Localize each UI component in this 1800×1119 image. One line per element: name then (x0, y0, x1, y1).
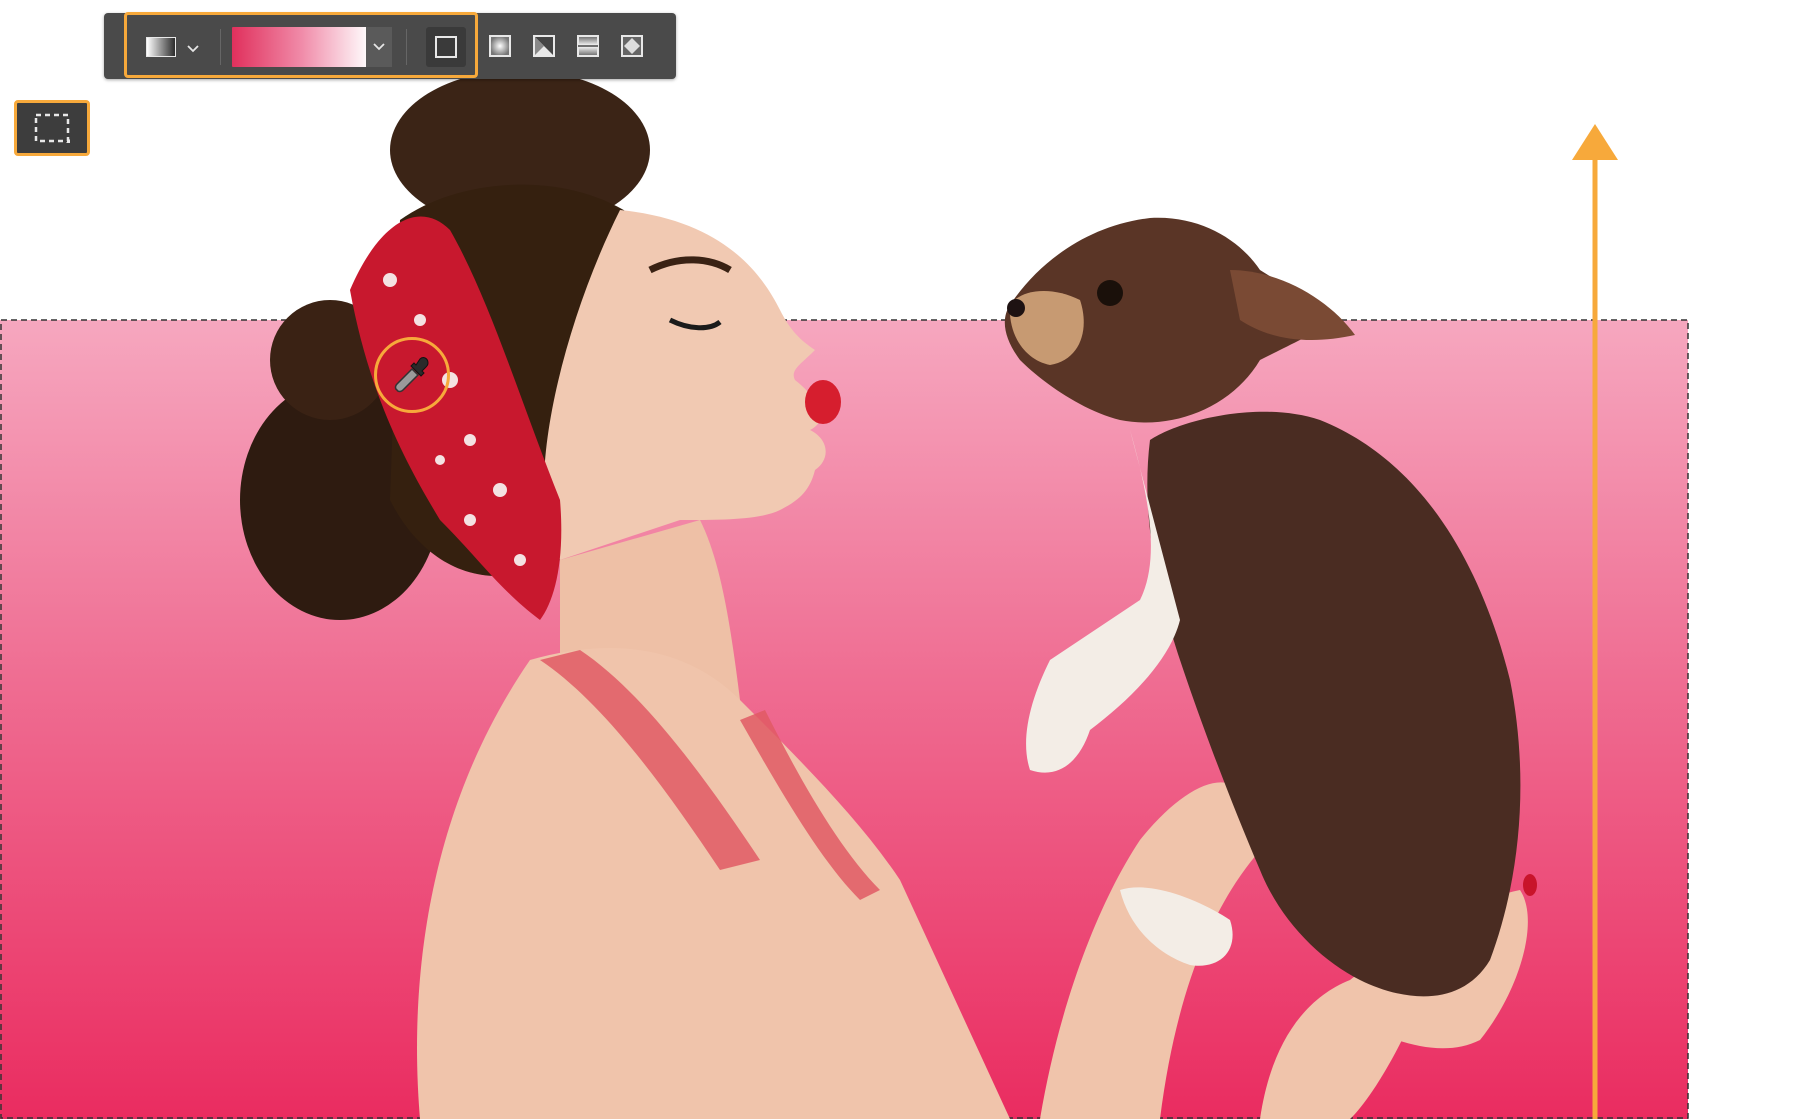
dog-eye (1097, 280, 1123, 306)
diamond-gradient-button[interactable] (618, 32, 646, 60)
radial-gradient-button[interactable] (486, 32, 514, 60)
dog-nose (1007, 299, 1025, 317)
angle-gradient-button[interactable] (530, 32, 558, 60)
drag-direction-arrow (1572, 124, 1618, 1119)
rectangular-marquee-tool-button[interactable] (14, 100, 90, 156)
chevron-down-icon[interactable] (186, 43, 200, 55)
diamond-gradient-icon (621, 35, 643, 57)
gradient-preset-swatch-icon[interactable] (146, 37, 176, 57)
reflected-gradient-button[interactable] (574, 32, 602, 60)
color-sample-marker (374, 337, 450, 413)
radial-gradient-icon (489, 35, 511, 57)
angle-gradient-icon (533, 35, 555, 57)
linear-gradient-icon (435, 36, 457, 58)
gradient-options-bar (104, 13, 676, 79)
options-separator (406, 29, 407, 65)
torso (417, 648, 1010, 1119)
rectangular-marquee-icon (34, 113, 70, 143)
options-separator (220, 29, 221, 65)
gradient-picker-swatch[interactable] (232, 27, 370, 67)
lips (805, 380, 841, 424)
arm-left (1040, 782, 1270, 1119)
linear-gradient-button[interactable] (426, 27, 466, 67)
document-canvas[interactable] (0, 0, 1800, 1119)
gradient-picker-dropdown[interactable] (366, 27, 392, 67)
reflected-gradient-icon (577, 35, 599, 57)
eyedropper-icon (394, 357, 429, 393)
photo-subject (240, 70, 1537, 1119)
chevron-down-icon (373, 43, 385, 51)
arrow-up-icon (1572, 124, 1618, 160)
